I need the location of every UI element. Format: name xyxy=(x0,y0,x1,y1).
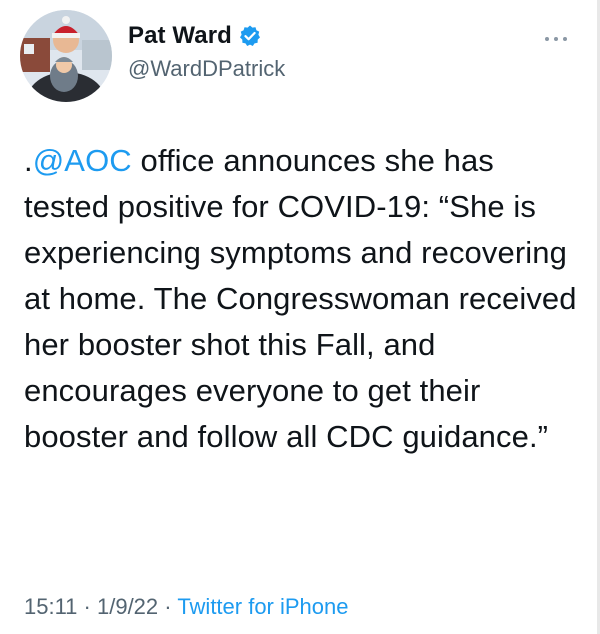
mention-link[interactable]: @AOC xyxy=(33,143,132,178)
tweet-meta: 15:11 · 1/9/22 · Twitter for iPhone xyxy=(24,594,349,620)
tweet-date[interactable]: 1/9/22 xyxy=(97,594,158,619)
tweet-source[interactable]: Twitter for iPhone xyxy=(177,594,348,619)
tweet-card: Pat Ward @WardDPatrick .@AOC office anno… xyxy=(0,0,600,634)
meta-separator: · xyxy=(158,594,178,619)
display-name[interactable]: Pat Ward xyxy=(128,22,232,50)
profile-photo-icon xyxy=(20,10,112,102)
meta-separator: · xyxy=(77,594,97,619)
text-prefix: . xyxy=(24,143,33,178)
avatar[interactable] xyxy=(20,10,112,102)
verified-badge-icon xyxy=(239,25,260,46)
text-body: office announces she has tested positive… xyxy=(24,143,577,454)
name-row: Pat Ward xyxy=(128,18,285,54)
tweet-header: Pat Ward @WardDPatrick xyxy=(20,10,580,102)
ellipsis-icon[interactable] xyxy=(542,32,570,46)
tweet-text: .@AOC office announces she has tested po… xyxy=(24,138,584,460)
handle[interactable]: @WardDPatrick xyxy=(128,56,285,82)
author-block: Pat Ward @WardDPatrick xyxy=(128,18,285,82)
tweet-time[interactable]: 15:11 xyxy=(24,594,77,619)
